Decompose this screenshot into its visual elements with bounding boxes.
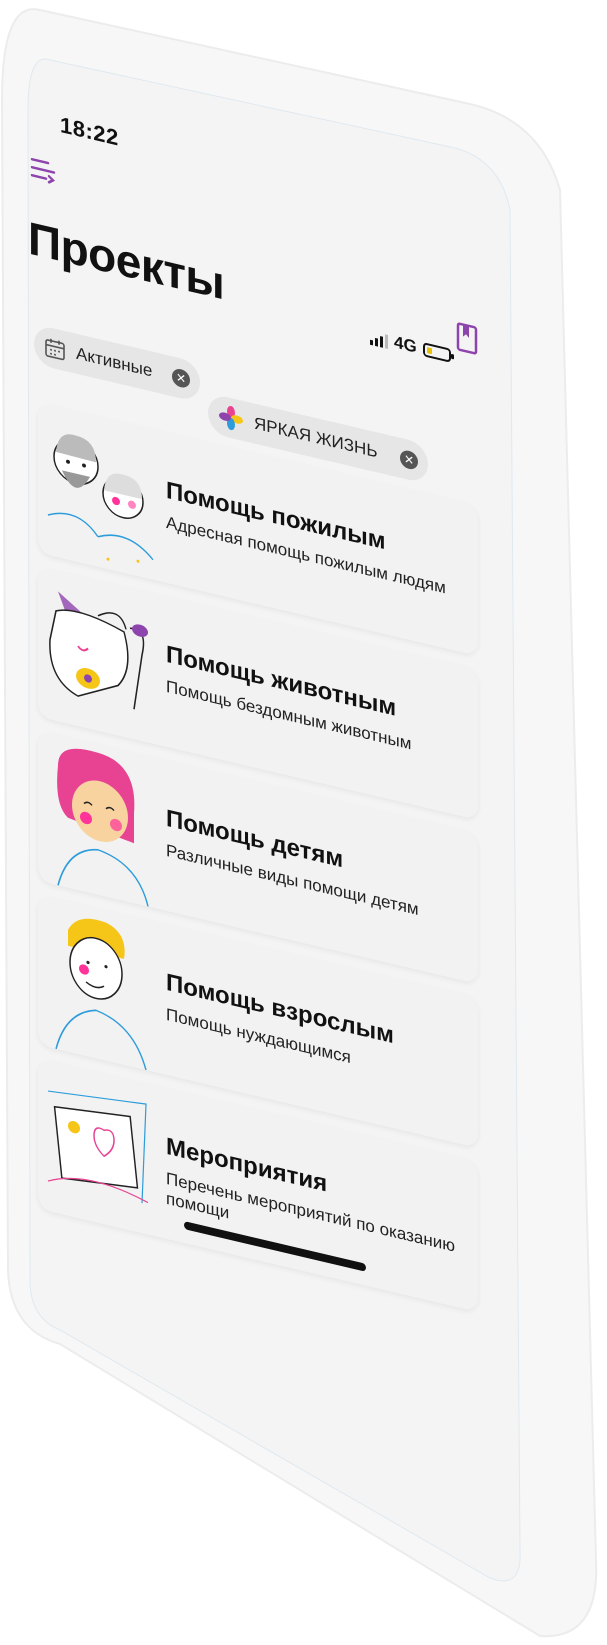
adult-illustration — [55, 918, 147, 1071]
close-icon[interactable]: ✕ — [172, 367, 190, 390]
network-label: 4G — [394, 332, 417, 357]
filter-chip-active-label: Активные — [76, 343, 153, 381]
filter-chip-active[interactable]: Активные ✕ — [34, 323, 200, 403]
org-logo-icon — [219, 405, 243, 431]
close-icon[interactable]: ✕ — [400, 448, 418, 471]
child-illustration — [57, 748, 149, 907]
signal-icon — [370, 329, 388, 349]
battery-icon — [422, 342, 451, 363]
status-time: 18:22 — [60, 111, 119, 151]
cat-illustration — [49, 591, 148, 710]
elderly-couple-illustration — [47, 434, 154, 563]
menu-icon[interactable] — [30, 153, 56, 189]
filter-chip-org-label: ЯРКАЯ ЖИЗНЬ — [254, 413, 378, 462]
events-illustration — [47, 1090, 149, 1204]
status-bar-right: 4G — [370, 327, 451, 366]
page-title: Проекты — [28, 211, 225, 310]
screen: 18:22 4G Проекты Активные ✕ ЯРКАЯ ЖИЗНЬ … — [18, 58, 488, 1313]
calendar-icon — [45, 338, 65, 361]
bookmark-icon[interactable] — [456, 321, 478, 356]
